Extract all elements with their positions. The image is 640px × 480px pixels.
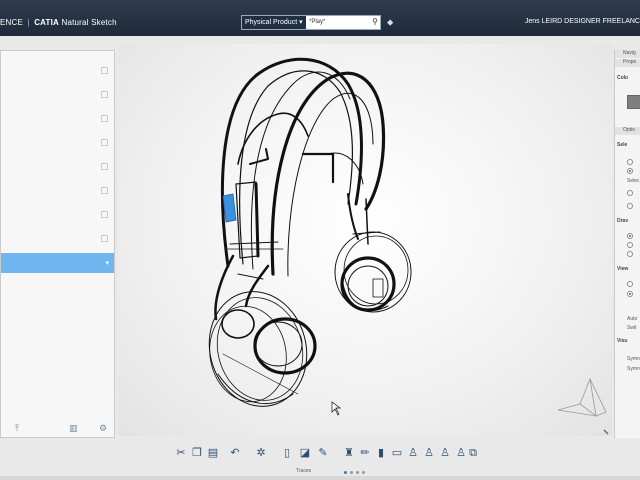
search-icon[interactable]: ⚲ (372, 17, 378, 26)
brand-prefix: ENCE (0, 18, 24, 27)
lock-icon[interactable] (101, 211, 108, 218)
visual-section[interactable]: Visu (617, 338, 627, 344)
paste-icon[interactable]: ▤ (206, 446, 220, 460)
options-header[interactable]: Optio (615, 127, 640, 135)
tab-dot-1[interactable] (344, 471, 347, 474)
catia-window: ENCE | CATIA Natural Sketch Physical Pro… (0, 0, 640, 480)
chevron-down-icon[interactable]: ▾ (105, 259, 109, 267)
bottom-strip (0, 476, 640, 480)
view-section[interactable]: View (617, 266, 628, 272)
eraser-icon[interactable]: ▭ (390, 446, 404, 460)
tree-row[interactable]: ▾ (1, 253, 114, 273)
filter-icon[interactable]: ⤒ (15, 423, 19, 434)
trash-icon[interactable]: ▥ (69, 423, 78, 434)
tab-dot-2[interactable] (350, 471, 353, 474)
select-section[interactable]: Sele (617, 142, 627, 148)
tree-row[interactable] (1, 61, 114, 81)
symmetry-label-2: Symn (627, 366, 640, 372)
copy-icon[interactable]: ❐ (190, 446, 204, 460)
page-icon[interactable]: ▯ (280, 446, 294, 460)
compass-icon (557, 377, 609, 435)
tree-row[interactable] (1, 205, 114, 225)
search-context-dropdown[interactable]: Physical Product ▾ (242, 16, 306, 29)
search-field[interactable]: Physical Product ▾ *Play* ⚲ (241, 15, 381, 30)
draw-radio-2[interactable] (627, 242, 633, 248)
brush-icon[interactable]: ♜ (342, 446, 356, 460)
selected-stroke-highlight (222, 193, 237, 223)
headphone-sketch (208, 57, 609, 435)
draw-radio-3[interactable] (627, 251, 633, 257)
figure-icon[interactable]: ♙ (422, 446, 436, 460)
figure-icon[interactable]: ♙ (406, 446, 420, 460)
tree-row[interactable] (1, 109, 114, 129)
view-radio-1[interactable] (627, 281, 633, 287)
action-toolbar: ✂ ❐ ▤ ↶ ✲ ▯ ◪ ✎ ♜ ✏ ▮ ▭ ♙ ♙ ♙ ♙ ⧉ (170, 444, 477, 464)
switch-label: Swit (627, 325, 637, 331)
lock-icon[interactable] (101, 163, 108, 170)
tree-panel-footer: ⤒ ▥ ⚙ (1, 421, 114, 437)
tree-row[interactable] (1, 85, 114, 105)
lock-icon[interactable] (101, 139, 108, 146)
app-name: Natural Sketch (61, 18, 117, 27)
lock-icon[interactable] (101, 67, 108, 74)
brand-separator: | (27, 18, 30, 27)
auto-label: Auto (627, 316, 638, 322)
navigation-header[interactable]: Navig (615, 50, 640, 58)
select-radio-4[interactable] (627, 203, 633, 209)
view-radio-2[interactable] (627, 291, 633, 297)
draw-section[interactable]: Drav (617, 218, 628, 224)
user-name[interactable]: Jens LEIRD DESIGNER FREELANC (525, 18, 640, 25)
app-brand: ENCE | CATIA Natural Sketch (0, 18, 117, 27)
tree-row[interactable] (1, 181, 114, 201)
select-radio-2[interactable] (627, 168, 633, 174)
headband-outer-stroke (220, 57, 363, 268)
draw-radio-1[interactable] (627, 233, 633, 239)
title-bar: ENCE | CATIA Natural Sketch Physical Pro… (0, 0, 640, 36)
tag-icon[interactable]: ⬥ (387, 17, 393, 28)
select-radio-3[interactable] (627, 190, 633, 196)
lock-icon[interactable] (101, 235, 108, 242)
properties-panel: Navig Prope Colo Optio Sele Selec Drav V… (614, 50, 640, 438)
tab-dot-4[interactable] (362, 471, 365, 474)
select-radio-1[interactable] (627, 159, 633, 165)
symmetry-label-1: Symn (627, 356, 640, 362)
lock-icon[interactable] (101, 115, 108, 122)
3d-viewport[interactable] (118, 44, 612, 436)
figure-icon[interactable]: ♙ (438, 446, 452, 460)
pen-icon[interactable]: ✎ (316, 446, 330, 460)
tree-panel: ⤒ ▥ ⚙ ▾ (0, 50, 115, 438)
gear-select-icon[interactable]: ✲ (254, 446, 268, 460)
lock-icon[interactable] (101, 187, 108, 194)
color-swatch[interactable] (627, 95, 640, 109)
catia-label: CATIA (34, 18, 60, 27)
tree-row[interactable] (1, 157, 114, 177)
erase-icon[interactable]: ◪ (298, 446, 312, 460)
layers-icon[interactable]: ⧉ (466, 446, 480, 460)
search-input[interactable]: *Play* (309, 16, 325, 29)
tab-dot-3[interactable] (356, 471, 359, 474)
select-label: Selec (627, 178, 640, 184)
undo-icon[interactable]: ↶ (228, 446, 242, 460)
properties-header[interactable]: Prope (615, 59, 640, 67)
marker-icon[interactable]: ▮ (374, 446, 388, 460)
color-section[interactable]: Colo (617, 75, 628, 81)
lock-icon[interactable] (101, 91, 108, 98)
tree-row[interactable] (1, 133, 114, 153)
mouse-cursor-icon (331, 401, 342, 416)
tree-row[interactable] (1, 229, 114, 249)
pencil-icon[interactable]: ✏ (358, 446, 372, 460)
tab-traces[interactable]: Traces (296, 468, 311, 474)
settings-icon[interactable]: ⚙ (99, 423, 107, 434)
scissors-icon[interactable]: ✂ (174, 446, 188, 460)
